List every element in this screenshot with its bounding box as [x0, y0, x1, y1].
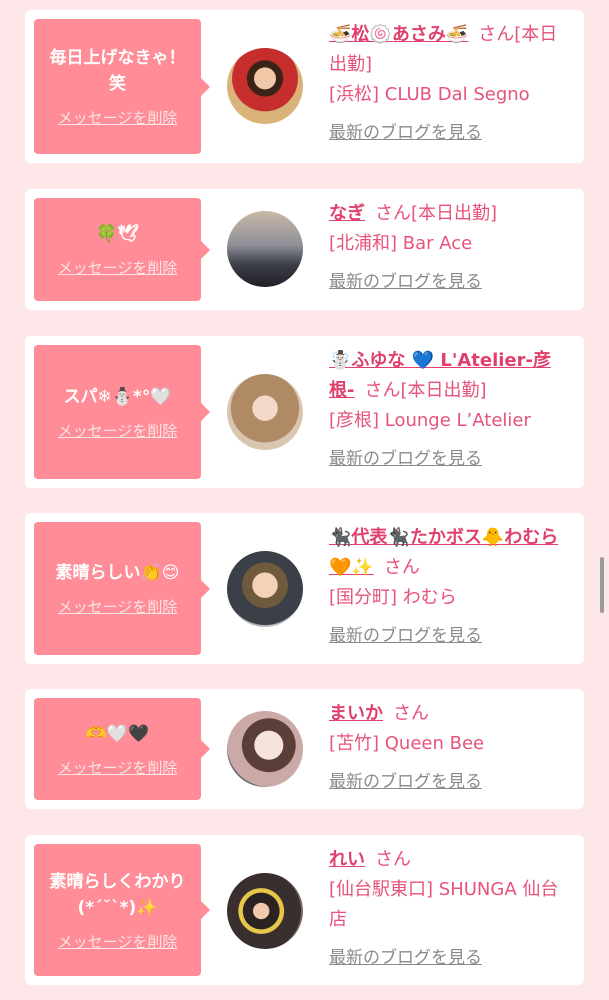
message-bubble: 素晴らしい👏😊 メッセージを削除: [34, 522, 210, 655]
latest-blog-link[interactable]: 最新のブログを見る: [329, 267, 482, 292]
message-card: 🫶🤍🖤 メッセージを削除 まいか さん [苫竹] Queen Bee 最新のブログ…: [25, 689, 584, 809]
message-bubble: 🍀🕊 メッセージを削除: [34, 198, 210, 301]
delete-message-link[interactable]: メッセージを削除: [58, 257, 178, 278]
latest-blog-link[interactable]: 最新のブログを見る: [329, 444, 482, 469]
status-text: さん: [375, 849, 411, 870]
message-text: 🍀🕊: [96, 224, 139, 244]
shop-text: [彦根] Lounge L’Atelier: [329, 410, 531, 431]
message-text: スパ❄︎⛄️*°🤍: [63, 386, 172, 407]
shop-text: [仙台駅東口] SHUNGA 仙台店: [329, 879, 559, 930]
shop-text: [浜松] CLUB Dal Segno: [329, 84, 530, 105]
shop-text: [苫竹] Queen Bee: [329, 733, 485, 754]
delete-message-link[interactable]: メッセージを削除: [58, 931, 178, 952]
message-bubble: スパ❄︎⛄️*°🤍 メッセージを削除: [34, 345, 210, 479]
shop-text: [国分町] わむら: [329, 587, 457, 608]
status-text: さん: [383, 557, 420, 578]
cast-name-link[interactable]: れい: [329, 849, 365, 870]
delete-message-link[interactable]: メッセージを削除: [58, 596, 178, 617]
message-card: 素晴らしい👏😊 メッセージを削除 🐈‍⬛代表🐈‍⬛たかボス🐥わむら🧡✨ さん [国…: [25, 513, 584, 664]
message-bubble: 毎日上げなきゃ！笑 メッセージを削除: [34, 19, 210, 154]
cast-name-link[interactable]: 🐈‍⬛代表🐈‍⬛たかボス🐥わむら🧡✨: [329, 527, 558, 578]
latest-blog-link[interactable]: 最新のブログを見る: [329, 621, 482, 646]
message-card: スパ❄︎⛄️*°🤍 メッセージを削除 ☃️ふゆな 💙 L'Atelier-彦根-…: [25, 336, 584, 488]
message-card: 🍀🕊 メッセージを削除 なぎ さん[本日出勤] [北浦和] Bar Ace 最新の…: [25, 189, 584, 310]
delete-message-link[interactable]: メッセージを削除: [58, 420, 178, 441]
avatar[interactable]: [227, 48, 303, 124]
cast-name-link[interactable]: 🍜松🍥あさみ🍜: [329, 24, 468, 45]
cast-name-link[interactable]: まいか: [329, 703, 383, 724]
avatar[interactable]: [227, 711, 303, 787]
message-text: 素晴らしくわかり(*´˘`*)✨: [49, 871, 186, 918]
message-text: 素晴らしい👏😊: [55, 563, 180, 583]
status-text: さん: [393, 703, 429, 724]
latest-blog-link[interactable]: 最新のブログを見る: [329, 767, 482, 792]
message-text: 🫶🤍🖤: [85, 723, 150, 744]
avatar[interactable]: [227, 551, 303, 627]
message-card: 毎日上げなきゃ！笑 メッセージを削除 🍜松🍥あさみ🍜 さん[本日出勤] [浜松] …: [25, 10, 584, 163]
message-card: 素晴らしくわかり(*´˘`*)✨ メッセージを削除 れい さん [仙台駅東口] S…: [25, 835, 584, 985]
cast-name-link[interactable]: なぎ: [329, 203, 365, 224]
scrollbar[interactable]: [600, 557, 604, 613]
avatar[interactable]: [227, 873, 303, 949]
latest-blog-link[interactable]: 最新のブログを見る: [329, 118, 482, 143]
avatar[interactable]: [227, 374, 303, 450]
status-text: さん[本日出勤]: [364, 380, 487, 401]
message-bubble: 素晴らしくわかり(*´˘`*)✨ メッセージを削除: [34, 844, 210, 976]
latest-blog-link[interactable]: 最新のブログを見る: [329, 943, 482, 968]
shop-text: [北浦和] Bar Ace: [329, 233, 473, 254]
message-text: 毎日上げなきゃ！笑: [49, 48, 186, 94]
message-bubble: 🫶🤍🖤 メッセージを削除: [34, 698, 210, 800]
delete-message-link[interactable]: メッセージを削除: [58, 107, 178, 128]
status-text: さん[本日出勤]: [375, 203, 498, 224]
delete-message-link[interactable]: メッセージを削除: [58, 757, 178, 778]
avatar[interactable]: [227, 211, 303, 287]
